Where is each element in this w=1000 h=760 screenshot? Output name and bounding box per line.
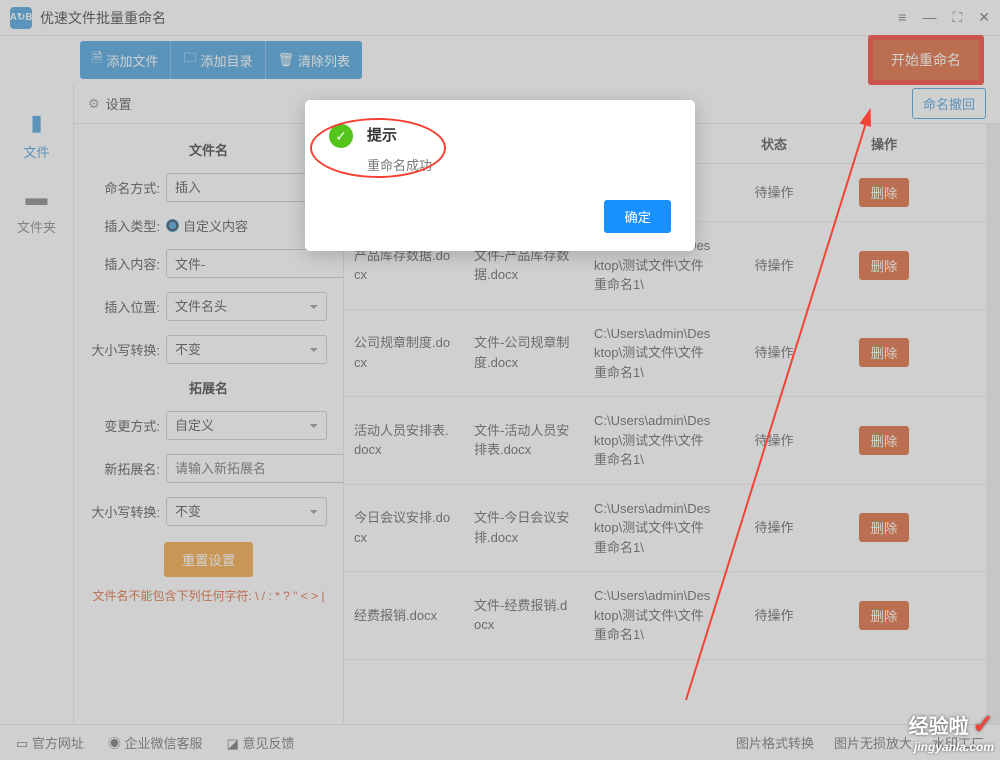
modal-ok-button[interactable]: 确定 [604, 200, 671, 233]
modal-title: 提示 [367, 124, 432, 145]
success-check-icon: ✓ [329, 124, 353, 148]
modal-overlay: ✓ 提示 重命名成功 确定 [0, 0, 1000, 760]
confirm-modal: ✓ 提示 重命名成功 确定 [305, 100, 695, 251]
modal-message: 重命名成功 [367, 155, 432, 174]
page-watermark: 经验啦 ✓ jingyanla.com [909, 709, 994, 754]
